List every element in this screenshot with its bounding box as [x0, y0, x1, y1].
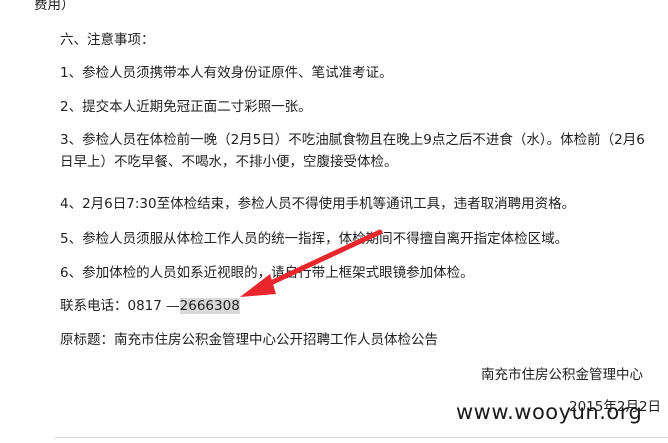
- contact-number: 2666308: [179, 298, 240, 314]
- header-fragment: 费用）: [34, 0, 75, 13]
- contact-label: 联系电话：0817 —: [60, 298, 180, 314]
- notice-item-4: 4、2月6日7:30至体检结束，参检人员不得使用手机等通讯工具，违者取消聘用资格…: [60, 196, 576, 212]
- notice-item-1: 1、参检人员须携带本人有效身份证原件、笔试准考证。: [60, 65, 393, 81]
- original-title: 原标题：南充市住房公积金管理中心公开招聘工作人员体检公告: [60, 332, 438, 348]
- section-title: 六、注意事项：: [60, 32, 155, 48]
- notice-item-6: 6、参加体检的人员如系近视眼的，请自行带上框架式眼镜参加体检。: [60, 265, 474, 281]
- footer-divider: [55, 437, 668, 438]
- site-watermark: www.wooyun.org: [456, 400, 643, 424]
- notice-item-5: 5、参检人员须服从体检工作人员的统一指挥，体检期间不得擅自离开指定体检区域。: [60, 231, 569, 247]
- notice-item-2: 2、提交本人近期免冠正面二寸彩照一张。: [60, 99, 312, 115]
- contact-phone: 联系电话：0817 —2666308: [60, 297, 240, 315]
- document-page: 费用） 六、注意事项： 1、参检人员须携带本人有效身份证原件、笔试准考证。 2、…: [0, 0, 668, 443]
- signature-org: 南充市住房公积金管理中心: [481, 367, 643, 383]
- notice-item-3: 3、参检人员在体检前一晚（2月5日）不吃油腻食物且在晚上9点之后不进食（水）。体…: [60, 132, 645, 170]
